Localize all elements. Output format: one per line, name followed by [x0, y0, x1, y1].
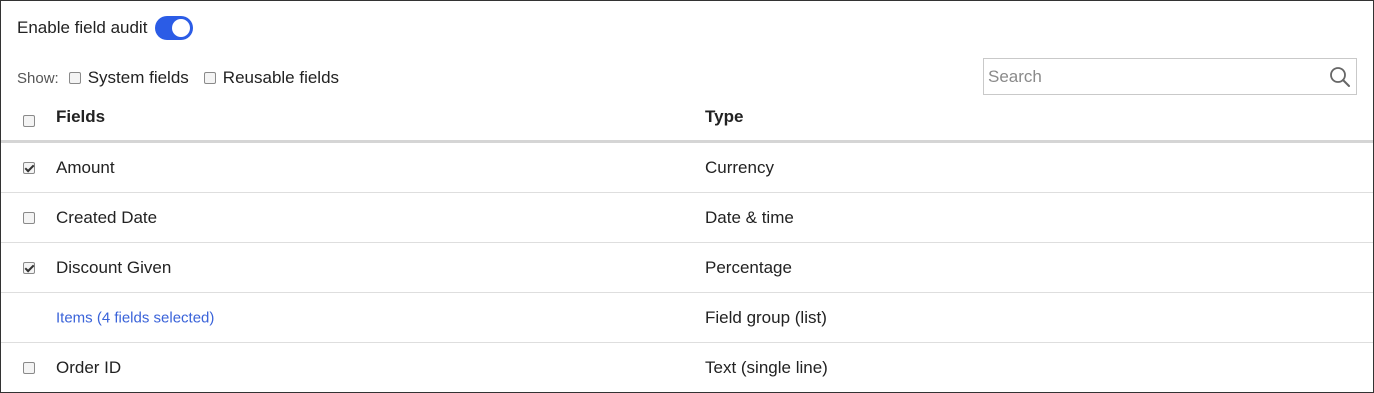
system-fields-checkbox[interactable]	[68, 72, 81, 84]
field-audit-panel: Enable field audit Show: System fields R…	[0, 0, 1374, 393]
field-name: Amount	[56, 157, 115, 177]
field-type: Currency	[705, 157, 774, 177]
field-type: Date & time	[705, 207, 794, 227]
system-fields-label: System fields	[87, 68, 189, 87]
show-label: Show:	[17, 69, 59, 87]
reusable-fields-checkbox[interactable]	[203, 72, 216, 84]
table-row: Discount Given Percentage	[1, 243, 1373, 293]
row-checkbox[interactable]	[23, 161, 35, 174]
row-checkbox[interactable]	[23, 211, 35, 224]
fields-column-header: Fields	[56, 107, 106, 126]
show-filter-row: Show: System fields Reusable fields	[17, 65, 354, 91]
search-box	[983, 58, 1357, 95]
field-name: Order ID	[56, 357, 122, 377]
fields-table: Fields Type Amount Currency Created Date Da…	[1, 97, 1373, 392]
system-fields-option[interactable]: System fields	[68, 68, 189, 88]
table-header: Fields Type	[1, 97, 1373, 143]
select-all-checkbox[interactable]	[23, 115, 35, 127]
reusable-fields-option[interactable]: Reusable fields	[203, 68, 340, 88]
search-icon[interactable]	[1328, 65, 1352, 89]
search-input[interactable]	[984, 60, 1328, 93]
enable-field-audit-label: Enable field audit	[17, 18, 148, 37]
row-checkbox[interactable]	[23, 261, 35, 274]
field-group-link[interactable]: Items (4 fields selected)	[56, 309, 214, 326]
row-checkbox[interactable]	[23, 361, 35, 374]
enable-field-audit-toggle[interactable]	[155, 16, 194, 40]
table-row: Items (4 fields selected) Field group (li…	[1, 293, 1373, 343]
field-name: Created Date	[56, 207, 158, 227]
field-name: Discount Given	[56, 257, 172, 277]
table-row: Amount Currency	[1, 143, 1373, 193]
toggle-knob	[172, 19, 191, 37]
table-body: Amount Currency Created Date Date & time Dis…	[1, 143, 1373, 392]
enable-field-audit-row: Enable field audit	[17, 14, 194, 42]
field-type: Field group (list)	[705, 307, 827, 327]
table-row: Order ID Text (single line)	[1, 343, 1373, 392]
type-column-header: Type	[705, 107, 744, 126]
field-type: Percentage	[705, 257, 792, 277]
table-row: Created Date Date & time	[1, 193, 1373, 243]
reusable-fields-label: Reusable fields	[222, 68, 340, 87]
field-type: Text (single line)	[705, 357, 828, 377]
